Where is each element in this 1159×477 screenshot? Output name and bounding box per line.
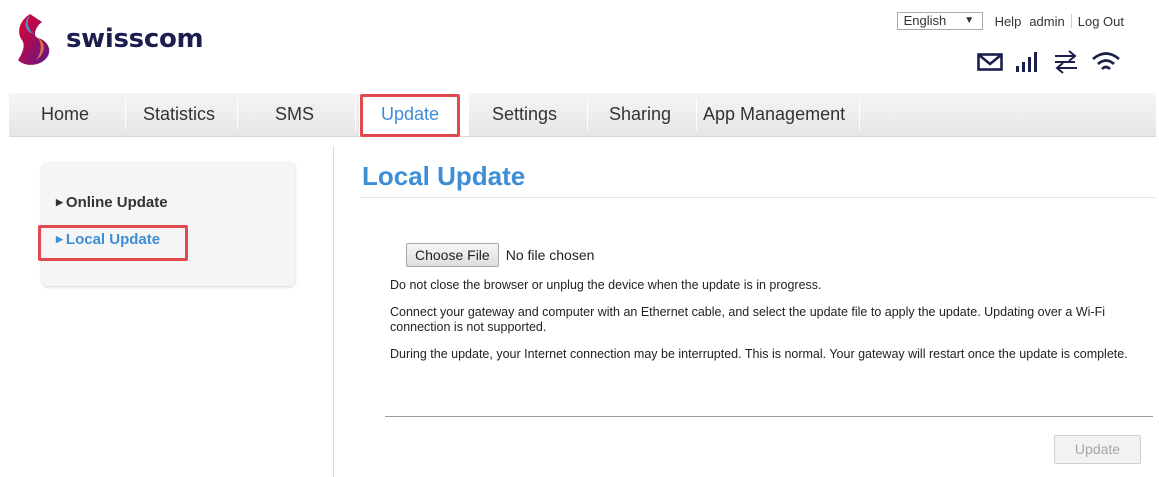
file-input: Choose File No file chosen bbox=[406, 243, 594, 267]
info-text: Connect your gateway and computer with a… bbox=[390, 305, 1106, 334]
language-value: English bbox=[903, 13, 947, 28]
sidebar: ▶ Online Update ▶ Local Update bbox=[42, 162, 295, 286]
signal-strength-icon bbox=[1016, 52, 1037, 72]
highlight-box bbox=[38, 225, 188, 261]
info-text: During the update, your Internet connect… bbox=[390, 347, 1128, 361]
divider bbox=[1070, 14, 1072, 28]
main-navigation: Home Statistics SMS Update Settings Shar… bbox=[9, 93, 1156, 137]
mail-icon[interactable] bbox=[977, 53, 1003, 71]
nav-sms[interactable]: SMS bbox=[275, 93, 314, 136]
vertical-divider bbox=[333, 146, 334, 477]
status-icons bbox=[977, 50, 1121, 74]
wifi-icon bbox=[1092, 52, 1120, 70]
divider bbox=[360, 197, 1156, 198]
highlight-box bbox=[360, 94, 460, 137]
info-text: Do not close the browser or unplug the d… bbox=[390, 278, 822, 292]
brand-name: swisscom bbox=[66, 24, 204, 54]
divider bbox=[237, 99, 238, 130]
update-button[interactable]: Update bbox=[1054, 435, 1141, 464]
nav-statistics[interactable]: Statistics bbox=[143, 93, 215, 136]
file-status-text: No file chosen bbox=[505, 247, 595, 263]
data-transfer-icon bbox=[1055, 50, 1077, 74]
sidebar-item-online-update[interactable]: ▶ Online Update bbox=[56, 194, 168, 211]
nav-app-management[interactable]: App Management bbox=[703, 93, 845, 136]
user-name: admin bbox=[1029, 13, 1065, 29]
divider bbox=[385, 416, 1153, 417]
top-utilities: English ▼ Help admin Log Out bbox=[896, 12, 1128, 30]
sidebar-item-label: Online Update bbox=[65, 194, 168, 211]
swisscom-logo-icon bbox=[18, 14, 50, 65]
page-title: Local Update bbox=[362, 161, 526, 191]
nav-home[interactable]: Home bbox=[41, 93, 89, 136]
triangle-right-icon: ▶ bbox=[56, 197, 63, 207]
divider bbox=[125, 99, 126, 130]
logout-link[interactable]: Log Out bbox=[1078, 14, 1124, 29]
divider bbox=[587, 99, 588, 130]
divider bbox=[696, 99, 697, 130]
swisscom-logo[interactable]: swisscom bbox=[12, 10, 204, 70]
nav-settings[interactable]: Settings bbox=[492, 93, 557, 136]
choose-file-button[interactable]: Choose File bbox=[406, 243, 499, 267]
language-select[interactable]: English ▼ bbox=[896, 12, 983, 30]
chevron-down-icon: ▼ bbox=[964, 15, 975, 26]
help-link[interactable]: Help bbox=[995, 14, 1022, 29]
divider bbox=[355, 99, 356, 130]
nav-sharing[interactable]: Sharing bbox=[609, 93, 671, 136]
divider bbox=[859, 99, 860, 130]
